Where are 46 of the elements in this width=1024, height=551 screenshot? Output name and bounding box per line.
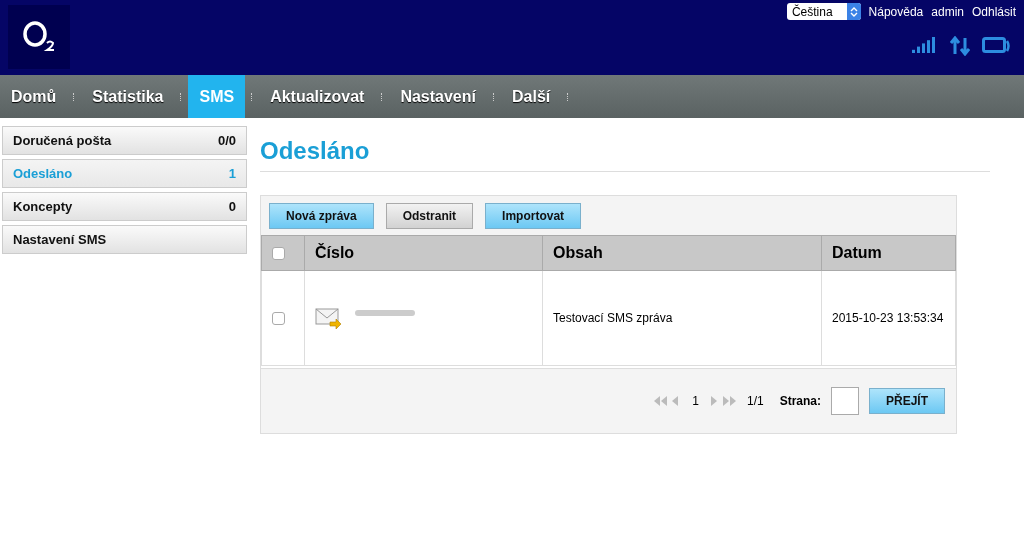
header-link[interactable]: admin (931, 4, 964, 19)
nav-tab[interactable]: Nastavení (389, 75, 487, 118)
toolbar-button[interactable]: Nová zpráva (269, 202, 374, 229)
sidebar-item[interactable]: Doručená pošta 0/0 (2, 126, 247, 155)
message-content: Testovací SMS zpráva (542, 270, 822, 366)
language-select[interactable]: Čeština (786, 3, 861, 20)
column-header: Datum (821, 235, 956, 271)
go-button[interactable]: PŘEJÍT (869, 388, 945, 414)
o2-logo (8, 5, 70, 69)
last-page-icon[interactable] (722, 396, 737, 406)
sidebar-item[interactable]: Nastavení SMS (2, 225, 247, 254)
sidebar-label: Odesláno (13, 166, 73, 181)
nav-tab[interactable]: Další (501, 75, 562, 118)
column-header: Obsah (542, 235, 822, 271)
nav-tab[interactable]: Statistika (81, 75, 175, 118)
message-count: 1 (228, 166, 236, 181)
device-icon (982, 37, 1012, 55)
sidebar-label: Nastavení SMS (13, 232, 107, 247)
message-date: 2015-10-23 13:53:34 (821, 270, 956, 366)
nav-tab[interactable]: Aktualizovat (259, 75, 376, 118)
page-title: Odesláno (260, 137, 990, 172)
page-input[interactable] (831, 387, 859, 415)
signal-icon (912, 37, 938, 55)
sidebar-item[interactable]: Koncepty 0 (2, 192, 247, 221)
select-all-checkbox[interactable] (272, 247, 285, 261)
sidebar-label: Koncepty (13, 199, 73, 214)
message-count: 0/0 (217, 133, 236, 148)
header-link[interactable]: Nápověda (868, 4, 924, 19)
sent-envelope-icon (315, 307, 343, 329)
next-page-icon[interactable] (710, 396, 719, 406)
page-number: 1 (692, 394, 699, 408)
toolbar-button[interactable]: Odstranit (385, 202, 474, 229)
page-label: Strana: (779, 394, 821, 408)
dropdown-arrows-icon (849, 5, 858, 18)
header-link[interactable]: Odhlásit (971, 4, 1016, 19)
column-header: Číslo (304, 235, 543, 271)
message-count: 0 (228, 199, 236, 214)
previous-page-icon[interactable] (672, 396, 681, 406)
sidebar-label: Doručená pošta (13, 133, 112, 148)
first-page-icon[interactable] (654, 396, 669, 406)
nav-tab[interactable]: Domů (0, 75, 68, 118)
toolbar-button[interactable]: Importovat (485, 202, 582, 229)
blurred-number (353, 307, 417, 319)
data-transfer-icon (950, 36, 970, 56)
page-total: 1/1 (746, 394, 764, 408)
row-checkbox[interactable] (272, 312, 285, 326)
